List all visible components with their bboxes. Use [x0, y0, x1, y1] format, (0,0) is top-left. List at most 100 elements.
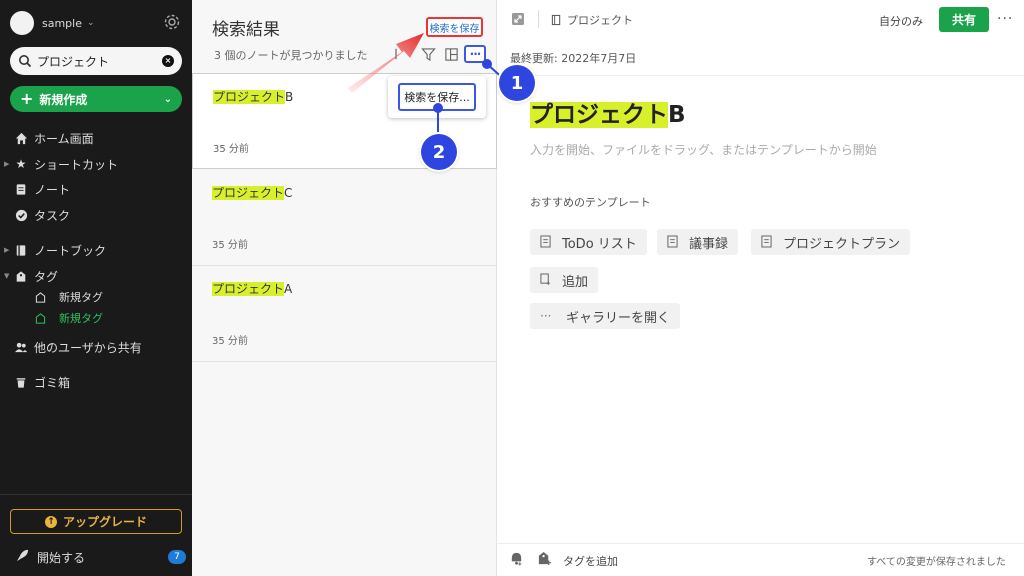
search-highlight: プロジェクト — [212, 186, 285, 200]
trash-icon — [14, 375, 28, 389]
sidebar-tag-item-active[interactable]: 新規タグ — [34, 309, 103, 327]
sidebar-item-trash[interactable]: ゴミ箱 — [0, 371, 192, 393]
upgrade-button[interactable]: ↑ アップグレード — [10, 509, 182, 534]
divider — [497, 543, 1024, 544]
template-label: プロジェクトプラン — [783, 236, 901, 252]
search-input[interactable]: プロジェクト × — [10, 47, 182, 75]
save-status: すべての変更が保存されました — [867, 557, 1006, 568]
step-1-marker: 1 — [499, 65, 535, 101]
note-title-suffix: C — [284, 186, 293, 200]
add-tag-icon[interactable] — [537, 551, 553, 567]
add-template-button[interactable]: 追加 — [530, 267, 599, 293]
note-card[interactable]: プロジェクトC 35 分前 — [192, 170, 497, 266]
notebook-name: プロジェクト — [567, 14, 633, 27]
visibility-label[interactable]: 自分のみ — [879, 13, 923, 29]
search-highlight: プロジェクト — [530, 102, 668, 128]
sidebar-tag-label: 新規タグ — [59, 291, 103, 304]
search-value: プロジェクト — [37, 54, 110, 69]
divider — [538, 10, 539, 28]
new-note-button[interactable]: + 新規作成 ⌄ — [10, 86, 182, 112]
step-1-anchor — [482, 59, 492, 69]
document-icon — [667, 235, 679, 249]
share-button[interactable]: 共有 — [939, 7, 989, 32]
filter-icon[interactable] — [421, 47, 437, 63]
search-highlight: プロジェクト — [212, 282, 285, 296]
sidebar-item-notebooks[interactable]: ▶ ノートブック — [0, 239, 192, 261]
sidebar-item-label: タグ — [34, 269, 59, 284]
note-time: 35 分前 — [213, 144, 249, 155]
rocket-icon — [16, 549, 29, 565]
plus-icon: + — [20, 89, 34, 108]
note-title-suffix: A — [284, 282, 293, 296]
sidebar-item-label: 他のユーザから共有 — [34, 340, 142, 355]
more-icon: ··· — [540, 309, 552, 323]
home-icon — [14, 131, 28, 145]
open-gallery-button[interactable]: ··· ギャラリーを開く — [530, 303, 681, 329]
sidebar-item-label: ホーム画面 — [34, 131, 94, 146]
step-2-marker: 2 — [421, 134, 457, 170]
sidebar-item-shortcuts[interactable]: ▶ ★ ショートカット — [0, 153, 192, 175]
open-gallery-label: ギャラリーを開く — [566, 310, 671, 326]
clear-icon[interactable]: × — [162, 55, 174, 67]
sidebar-item-notes[interactable]: ノート — [0, 178, 192, 200]
template-project-plan-button[interactable]: プロジェクトプラン — [751, 229, 911, 255]
note-editor: プロジェクト 自分のみ 共有 ··· 最終更新: 2022年7月7日 プロジェク… — [497, 0, 1024, 576]
search-highlight: プロジェクト — [213, 90, 286, 104]
reminder-bell-icon[interactable] — [509, 551, 525, 567]
expand-arrow-icon[interactable]: ▶ — [0, 246, 10, 254]
collapse-arrow-icon[interactable]: ▼ — [0, 272, 10, 280]
new-note-label: 新規作成 — [39, 92, 88, 107]
sidebar-item-label: ゴミ箱 — [34, 375, 71, 390]
note-time: 35 分前 — [212, 336, 248, 347]
users-icon — [14, 340, 28, 354]
note-icon — [14, 182, 28, 196]
templates-heading: おすすめのテンプレート — [530, 196, 651, 209]
account-switcher[interactable]: sample ⌄ — [10, 10, 95, 36]
check-circle-icon — [14, 208, 28, 222]
sidebar-tag-item[interactable]: 新規タグ — [34, 288, 103, 306]
document-icon — [540, 235, 552, 249]
chevron-down-icon[interactable]: ⌄ — [164, 94, 172, 105]
gear-icon[interactable] — [163, 13, 181, 31]
template-minutes-button[interactable]: 議事録 — [657, 229, 739, 255]
note-card[interactable]: プロジェクトA 35 分前 — [192, 266, 497, 362]
note-title-field[interactable]: プロジェクトB — [530, 95, 686, 129]
editor-toolbar: プロジェクト 自分のみ 共有 ··· — [497, 0, 1024, 38]
results-count: 3 個のノートが見つかりました — [214, 49, 368, 62]
add-document-icon — [540, 273, 552, 287]
expand-icon[interactable] — [511, 12, 525, 26]
sidebar-item-label: ノートブック — [34, 243, 107, 258]
notebook-breadcrumb[interactable]: プロジェクト — [551, 12, 633, 28]
save-search-button[interactable]: 検索を保存 — [426, 17, 483, 37]
get-started-label: 開始する — [37, 550, 86, 565]
divider — [497, 75, 1024, 76]
note-title: プロジェクトB — [213, 88, 293, 105]
tag-outline-icon — [34, 291, 46, 303]
expand-arrow-icon[interactable]: ▶ — [0, 160, 10, 168]
step-2-anchor — [433, 103, 443, 113]
add-tag-label[interactable]: タグを追加 — [563, 553, 618, 569]
note-title: プロジェクトC — [212, 184, 292, 201]
sidebar: sample ⌄ プロジェクト × + 新規作成 ⌄ ホーム画面 ▶ ★ ショー… — [0, 0, 192, 576]
note-body-placeholder[interactable]: 入力を開始、ファイルをドラッグ、またはテンプレートから開始 — [530, 141, 877, 158]
more-icon[interactable]: ··· — [997, 11, 1013, 27]
sort-icon[interactable] — [389, 47, 405, 63]
results-title: 検索結果 — [212, 20, 280, 40]
get-started-item[interactable]: 開始する 7 — [16, 548, 186, 566]
sidebar-tag-label: 新規タグ — [59, 312, 103, 325]
account-name: sample — [42, 16, 82, 30]
sidebar-item-tags[interactable]: ▼ タグ — [0, 265, 192, 287]
template-todo-button[interactable]: ToDo リスト — [530, 229, 647, 255]
view-layout-icon[interactable] — [444, 47, 460, 63]
sidebar-item-shared[interactable]: 他のユーザから共有 — [0, 336, 192, 358]
search-icon — [18, 54, 32, 68]
chevron-down-icon: ⌄ — [87, 18, 95, 28]
sidebar-item-label: ショートカット — [34, 157, 119, 172]
sidebar-item-tasks[interactable]: タスク — [0, 204, 192, 226]
document-icon — [761, 235, 773, 249]
sidebar-item-home[interactable]: ホーム画面 — [0, 127, 192, 149]
more-icon: ··· — [469, 47, 482, 61]
tag-outline-icon — [34, 312, 46, 324]
divider — [0, 494, 192, 495]
sidebar-item-label: タスク — [34, 208, 71, 223]
